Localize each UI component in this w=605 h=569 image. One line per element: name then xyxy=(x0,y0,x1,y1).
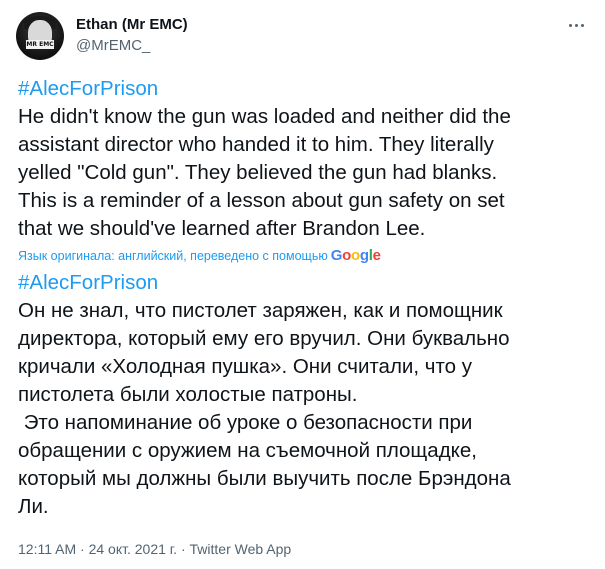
text-line: кричали «Холодная пушка». Они считали, ч… xyxy=(18,355,472,378)
tweet-header: MR EMC Ethan (Mr EMC) @MrEMC_ xyxy=(16,12,589,64)
hashtag-link[interactable]: #AlecForPrison xyxy=(18,75,598,103)
text-line: He didn't know the gun was loaded and ne… xyxy=(18,105,511,128)
original-text: #AlecForPrison He didn't know the gun wa… xyxy=(18,75,598,243)
text-line: пистолета были холостые патроны. xyxy=(18,383,358,406)
tweet-time[interactable]: 12:11 AM xyxy=(18,541,76,557)
text-line: assistant director who handed it to him.… xyxy=(18,133,494,156)
avatar-tag: MR EMC xyxy=(26,40,54,49)
text-line: Ли. xyxy=(18,495,49,518)
tweet-source[interactable]: Twitter Web App xyxy=(190,541,292,557)
text-line: Он не знал, что пистолет заряжен, как и … xyxy=(18,299,503,322)
text-line: Это напоминание об уроке о безопасности … xyxy=(18,411,473,434)
meta-separator: · xyxy=(180,541,186,557)
text-line: that we should've learned after Brandon … xyxy=(18,217,426,240)
tweet-card: MR EMC Ethan (Mr EMC) @MrEMC_ #AlecForPr… xyxy=(0,0,605,569)
tweet-content: #AlecForPrison He didn't know the gun wa… xyxy=(18,75,598,521)
meta-separator: · xyxy=(80,541,85,557)
text-line: директора, который ему его вручил. Они б… xyxy=(18,327,510,350)
more-options-button[interactable] xyxy=(565,16,587,34)
tweet-date[interactable]: 24 окт. 2021 г. xyxy=(89,541,178,557)
author-handle[interactable]: @MrEMC_ xyxy=(76,37,150,54)
text-line: This is a reminder of a lesson about gun… xyxy=(18,189,505,212)
translated-text: #AlecForPrison Он не знал, что пистолет … xyxy=(18,269,598,521)
more-horizontal-icon-dot xyxy=(580,23,584,27)
hashtag-link[interactable]: #AlecForPrison xyxy=(18,269,598,297)
google-logo: Google xyxy=(330,247,381,264)
more-horizontal-icon-dot xyxy=(574,23,578,27)
author-name[interactable]: Ethan (Mr EMC) xyxy=(76,16,188,33)
translation-note-text: Язык оригинала: английский, переведено с… xyxy=(18,249,328,263)
text-line: обращении с оружием на съемочной площадк… xyxy=(18,439,477,462)
tweet-meta: 12:11 AM · 24 окт. 2021 г. · Twitter Web… xyxy=(18,541,291,557)
text-line: который мы должны были выучить после Брэ… xyxy=(18,467,511,490)
more-horizontal-icon xyxy=(568,23,572,27)
text-line: yelled "Cold gun". They believed the gun… xyxy=(18,161,498,184)
avatar[interactable]: MR EMC xyxy=(16,12,64,60)
translation-note[interactable]: Язык оригинала: английский, переведено с… xyxy=(18,247,598,265)
